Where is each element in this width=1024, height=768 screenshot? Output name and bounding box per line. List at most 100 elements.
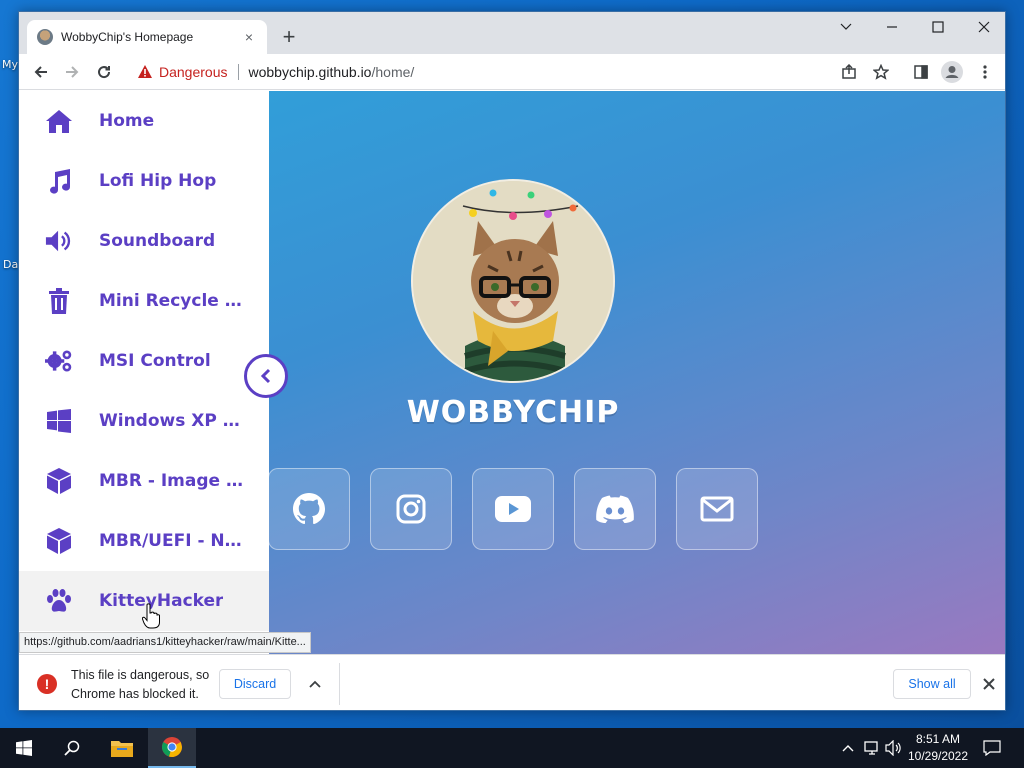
sidebar-item-label: MBR/UEFI - Note Builder	[99, 531, 249, 551]
folder-icon	[111, 741, 133, 757]
page-content: Home Lofi Hip Hop Soundboard Mini Recycl…	[19, 91, 1005, 654]
sidebar-item-mbr-image-builder[interactable]: MBR - Image Builder	[19, 451, 269, 511]
cube-icon	[45, 527, 73, 555]
download-warning-text: This file is dangerous, so Chrome has bl…	[71, 668, 210, 701]
address-bar[interactable]: Dangerous wobbychip.github.io/home/	[129, 58, 917, 86]
sidebar-item-label: MSI Control	[99, 351, 211, 371]
github-link[interactable]	[268, 468, 350, 550]
instagram-link[interactable]	[370, 468, 452, 550]
bookmark-button[interactable]	[869, 60, 893, 84]
cube-icon	[45, 467, 73, 495]
sidebar-item-lofi-hip-hop[interactable]: Lofi Hip Hop	[19, 151, 269, 211]
search-icon	[64, 740, 80, 756]
windows-icon	[45, 407, 73, 435]
browser-toolbar: Dangerous wobbychip.github.io/home/	[19, 54, 1005, 90]
avatar	[411, 179, 615, 383]
error-icon: !	[37, 674, 57, 694]
url-path: /home/	[371, 64, 415, 80]
download-bar: ! This file is dangerous, so Chrome has …	[19, 654, 1005, 710]
email-link[interactable]	[676, 468, 758, 550]
github-icon	[293, 493, 325, 525]
sidebar-item-label: Lofi Hip Hop	[99, 171, 217, 191]
home-icon	[45, 107, 73, 135]
collapse-sidebar-button[interactable]	[244, 354, 288, 398]
gears-icon	[45, 347, 73, 375]
sidebar-item-soundboard[interactable]: Soundboard	[19, 211, 269, 271]
menu-button[interactable]	[973, 60, 997, 84]
close-download-bar-button[interactable]	[979, 674, 999, 694]
profile-button[interactable]	[940, 60, 964, 84]
url-host: wobbychip.github.io	[248, 64, 372, 80]
maximize-icon	[932, 21, 944, 33]
show-all-button[interactable]: Show all	[893, 669, 971, 699]
mail-icon	[700, 496, 734, 522]
download-options-button[interactable]	[305, 674, 325, 694]
arrow-left-icon	[34, 66, 47, 78]
chevron-up-icon	[842, 745, 854, 752]
sidebar-item-home[interactable]: Home	[19, 91, 269, 151]
volume-icon	[45, 227, 73, 255]
sidebar-item-mini-recycle-bin[interactable]: Mini Recycle Bin	[19, 271, 269, 331]
chrome-taskbar-button[interactable]	[148, 728, 196, 768]
windows-start-icon	[16, 740, 32, 756]
sidebar-item-label: Home	[99, 111, 155, 131]
chevron-up-icon	[309, 680, 321, 688]
clock-time: 8:51 AM	[915, 732, 961, 746]
start-button[interactable]	[0, 728, 48, 768]
tab-wobbychip[interactable]: WobbyChip's Homepage ×	[27, 20, 267, 54]
reload-button[interactable]	[92, 60, 116, 84]
network-tray-button[interactable]	[862, 738, 882, 758]
notifications-button[interactable]	[982, 738, 1002, 758]
link-status-bubble: https://github.com/aadrians1/kitteyhacke…	[19, 632, 311, 653]
sidebar-item-windows-xp-horror[interactable]: Windows XP Horror	[19, 391, 269, 451]
sidebar: Home Lofi Hip Hop Soundboard Mini Recycl…	[19, 91, 269, 654]
sidebar-item-label: KitteyHacker	[99, 591, 224, 611]
side-panel-button[interactable]	[909, 60, 933, 84]
brand-title: WOBBYCHIP	[406, 395, 620, 430]
search-button[interactable]	[48, 728, 96, 768]
sidebar-item-label: MBR - Image Builder	[99, 471, 249, 491]
close-window-button[interactable]	[961, 12, 1005, 42]
network-icon	[864, 741, 878, 755]
warning-icon[interactable]	[137, 64, 153, 80]
chrome-icon	[161, 737, 182, 757]
hand-cursor-icon	[142, 603, 160, 629]
tab-search-button[interactable]	[823, 12, 869, 42]
file-explorer-button[interactable]	[98, 728, 146, 768]
show-hidden-icons-button[interactable]	[838, 738, 858, 758]
tab-close-icon[interactable]: ×	[241, 29, 257, 45]
back-button[interactable]	[29, 60, 53, 84]
share-icon	[842, 64, 856, 79]
trash-icon	[45, 287, 73, 315]
chevron-down-icon	[840, 23, 852, 30]
discord-link[interactable]	[574, 468, 656, 550]
youtube-link[interactable]	[472, 468, 554, 550]
music-icon	[45, 167, 73, 195]
new-tab-button[interactable]: +	[277, 26, 301, 50]
taskbar: 8:51 AM 10/29/2022	[0, 728, 1024, 768]
close-icon	[983, 678, 995, 690]
security-status[interactable]: Dangerous	[159, 64, 228, 80]
share-button[interactable]	[837, 60, 861, 84]
system-clock[interactable]: 8:51 AM 10/29/2022	[900, 731, 976, 765]
paw-icon	[45, 587, 73, 615]
forward-button[interactable]	[60, 60, 84, 84]
more-vertical-icon	[983, 65, 987, 79]
side-panel-icon	[914, 65, 928, 79]
sidebar-item-label: Soundboard	[99, 231, 216, 251]
desktop-icon-label[interactable]: My	[2, 58, 18, 71]
sidebar-item-mbr-uefi-note-builder[interactable]: MBR/UEFI - Note Builder	[19, 511, 269, 571]
minimize-icon	[887, 26, 897, 28]
desktop-icon-label[interactable]: Da	[3, 258, 18, 271]
sidebar-item-msi-control[interactable]: MSI Control	[19, 331, 269, 391]
clock-date: 10/29/2022	[907, 749, 969, 763]
favicon-icon	[37, 29, 53, 45]
tab-title: WobbyChip's Homepage	[61, 30, 194, 44]
minimize-button[interactable]	[869, 12, 915, 42]
youtube-icon	[495, 496, 531, 522]
discard-button[interactable]: Discard	[219, 669, 291, 699]
profile-icon	[941, 61, 963, 83]
browser-window: WobbyChip's Homepage × + Dangerous wobby…	[18, 11, 1006, 711]
maximize-button[interactable]	[915, 12, 961, 42]
cat-avatar-image	[413, 181, 613, 381]
